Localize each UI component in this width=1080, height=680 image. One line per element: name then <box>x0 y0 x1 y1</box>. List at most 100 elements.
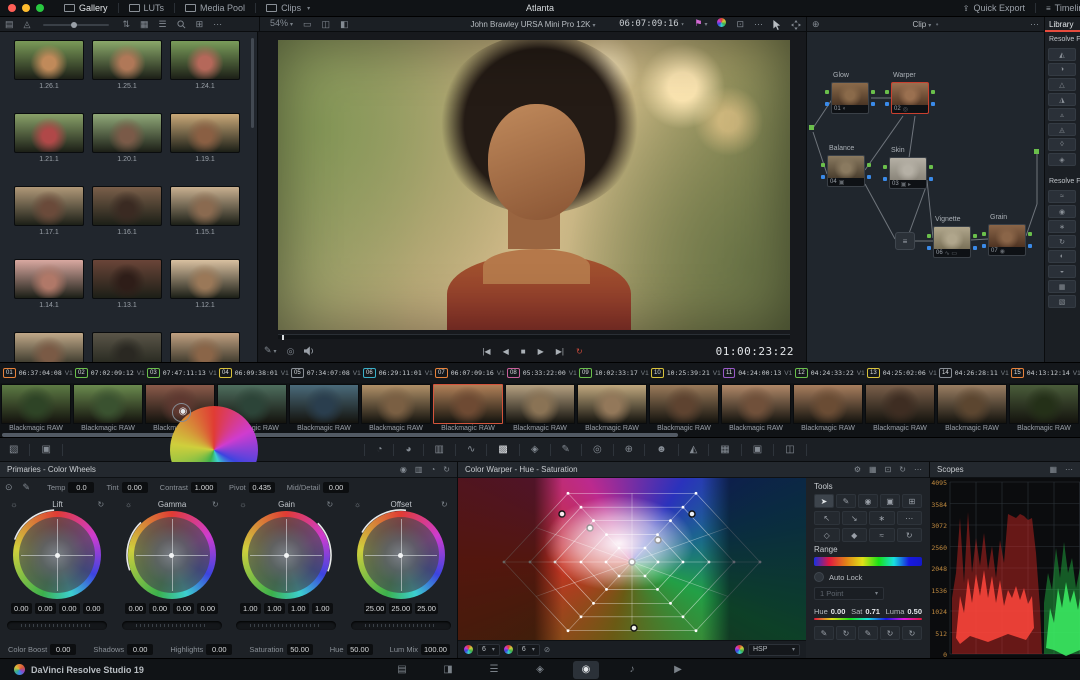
auto-lock-toggle[interactable] <box>814 572 824 582</box>
warper-reset-icon[interactable]: ↻ <box>899 465 906 474</box>
wheel-value[interactable]: 0.00 <box>173 603 194 614</box>
warper-canvas[interactable] <box>458 478 806 640</box>
reset-hue-icon[interactable]: ↻ <box>836 626 856 640</box>
sort-icon[interactable]: ⇅ <box>117 17 135 32</box>
color-warper-icon[interactable]: ▩ <box>489 444 516 455</box>
still-thumbnail[interactable] <box>14 259 84 299</box>
timeline-button[interactable]: ≡ Timeline <box>1036 0 1080 17</box>
more-tools-icon[interactable]: ⋯ <box>897 511 923 525</box>
step-back-icon[interactable]: ◀ <box>503 347 509 356</box>
rgb-mixer-icon[interactable]: ▥ <box>426 444 453 455</box>
gallery-scrollbar[interactable] <box>251 38 254 128</box>
wheel-value[interactable]: 0.00 <box>59 603 80 614</box>
page-deliver-icon[interactable]: ▶ <box>665 661 691 679</box>
gallery-still[interactable]: 1.26.1 <box>10 40 88 90</box>
menubar-media-pool-button[interactable]: Media Pool <box>175 0 255 17</box>
hand-icon[interactable] <box>786 20 806 30</box>
warper-mesh-icon[interactable]: ▦ <box>869 465 877 474</box>
wheel-value[interactable]: 25.00 <box>364 603 387 614</box>
grid-view-icon[interactable]: ▦ <box>135 17 154 32</box>
smooth-icon[interactable]: ≈ <box>869 528 895 542</box>
node-view-select[interactable]: Clip▾ • <box>807 20 1044 29</box>
resolvefx-icon[interactable]: ◑ <box>1048 63 1076 76</box>
hue-divisions-select[interactable]: 6▾ <box>477 644 500 656</box>
still-thumbnail[interactable] <box>170 259 240 299</box>
page-fairlight-icon[interactable]: ♪ <box>619 661 645 679</box>
menubar-clips-button[interactable]: Clips▾ <box>256 0 320 17</box>
edit-sat-icon[interactable]: ✎ <box>858 626 878 640</box>
gallery-still[interactable]: 1.14.1 <box>10 259 88 309</box>
list-view-icon[interactable]: ☰ <box>154 17 172 32</box>
timeline-clip[interactable]: Blackmagic RAW <box>792 383 864 437</box>
stereo-3d-icon[interactable]: ◫ <box>776 444 803 455</box>
pin-tool-icon[interactable]: ◉ <box>858 494 878 508</box>
param-value[interactable]: 0.00 <box>323 482 349 493</box>
timeline-clip-header[interactable]: 06 06:29:11:01 V1 <box>360 363 432 383</box>
gallery-still[interactable]: 1.12.1 <box>166 259 244 309</box>
page-fusion-icon[interactable]: ◈ <box>527 661 553 679</box>
stop-icon[interactable]: ■ <box>521 347 526 356</box>
still-thumbnail[interactable] <box>14 186 84 226</box>
viewer-zoom-select[interactable]: 54%▾ <box>260 16 298 33</box>
camera-raw-icon[interactable]: ▧ <box>0 444 27 455</box>
menubar-luts-button[interactable]: LUTs <box>119 0 175 17</box>
reset-tool-icon[interactable]: ↻ <box>897 528 923 542</box>
gallery-still[interactable]: 1.20.1 <box>88 113 166 163</box>
resolvefx-icon[interactable]: ◭ <box>1048 48 1076 61</box>
resolvefx-icon[interactable]: ↻ <box>1048 235 1076 248</box>
node-skin[interactable]: Skin 03▣ ▸ <box>889 157 927 189</box>
still-thumbnail[interactable] <box>92 113 162 153</box>
auto-balance-icon[interactable]: ⊙ <box>0 480 18 495</box>
param-value[interactable]: 0.0 <box>68 482 94 493</box>
wheels-mode-icon[interactable]: ◉ <box>400 465 407 474</box>
gallery-still[interactable]: 1.25.1 <box>88 40 166 90</box>
wheel-value[interactable]: 1.00 <box>288 603 309 614</box>
still-thumbnail[interactable] <box>92 186 162 226</box>
timeline-clip[interactable]: Blackmagic RAW <box>1008 383 1080 437</box>
pointer-tool-icon[interactable]: ➤ <box>814 494 834 508</box>
stills-icon[interactable]: ▤ <box>0 17 19 32</box>
gallery-still[interactable]: 1.21.1 <box>10 113 88 163</box>
timeline-clip-header[interactable]: 11 04:24:00:13 V1 <box>720 363 792 383</box>
node-glow[interactable]: Glow 01◐ <box>831 82 869 114</box>
search-icon[interactable] <box>172 20 191 29</box>
timeline-clip-header[interactable]: 05 07:34:07:08 V1 <box>288 363 360 383</box>
timeline-clip-header[interactable]: 12 04:24:33:22 V1 <box>792 363 864 383</box>
timeline-clip-header[interactable]: 07 06:07:09:16 V1 <box>432 363 504 383</box>
reset-all-icon[interactable]: ↻ <box>902 626 922 640</box>
timeline-clip-header[interactable]: 13 04:25:02:06 V1 <box>864 363 936 383</box>
node-warper[interactable]: Warper 02◎ <box>891 82 929 114</box>
skip-end-icon[interactable]: ▶| <box>556 347 564 356</box>
play-icon[interactable]: ▶ <box>538 347 544 356</box>
resolvefx-icon[interactable]: ◉ <box>1048 205 1076 218</box>
gallery-still[interactable]: 1.13.1 <box>88 259 166 309</box>
quick-export-button[interactable]: ⇪ Quick Export <box>953 0 1035 17</box>
key-icon[interactable]: ▦ <box>711 444 738 455</box>
master-wheel[interactable] <box>236 621 336 630</box>
cursor-icon[interactable] <box>768 20 786 30</box>
wheel-value[interactable]: 25.00 <box>389 603 412 614</box>
flag-icon[interactable]: ⚑▾ <box>689 16 712 33</box>
expand-tool-icon[interactable]: ⊞ <box>902 494 922 508</box>
split-viewer-icon[interactable]: ◫ <box>317 17 336 32</box>
param-value[interactable]: 1.000 <box>191 482 217 493</box>
single-viewer-icon[interactable]: ▭ <box>298 17 317 32</box>
gallery-still[interactable]: 1.19.1 <box>166 113 244 163</box>
timeline-clip[interactable]: Blackmagic RAW <box>576 383 648 437</box>
still-thumbnail[interactable] <box>14 40 84 80</box>
point-mode-select[interactable]: 1 Point▾ <box>814 587 884 600</box>
resolvefx-icon[interactable]: ◒ <box>1048 265 1076 278</box>
still-thumbnail[interactable] <box>170 113 240 153</box>
enhanced-viewer-icon[interactable]: ◧ <box>335 17 354 32</box>
color-circle-icon[interactable] <box>712 17 731 32</box>
skip-start-icon[interactable]: |◀ <box>482 347 490 356</box>
scopes-more-icon[interactable]: ⋯ <box>1065 465 1073 474</box>
curves-icon[interactable]: ∿ <box>458 444 484 455</box>
timeline-clip[interactable]: Blackmagic RAW <box>648 383 720 437</box>
timeline-clip[interactable]: Blackmagic RAW <box>936 383 1008 437</box>
spread-icon[interactable]: ∗ <box>869 511 895 525</box>
pull-up-icon[interactable]: ↖ <box>814 511 840 525</box>
master-wheel[interactable] <box>351 621 451 630</box>
expand-icon[interactable]: ⊞ <box>191 17 209 32</box>
resolvefx-icon[interactable]: ◮ <box>1048 93 1076 106</box>
